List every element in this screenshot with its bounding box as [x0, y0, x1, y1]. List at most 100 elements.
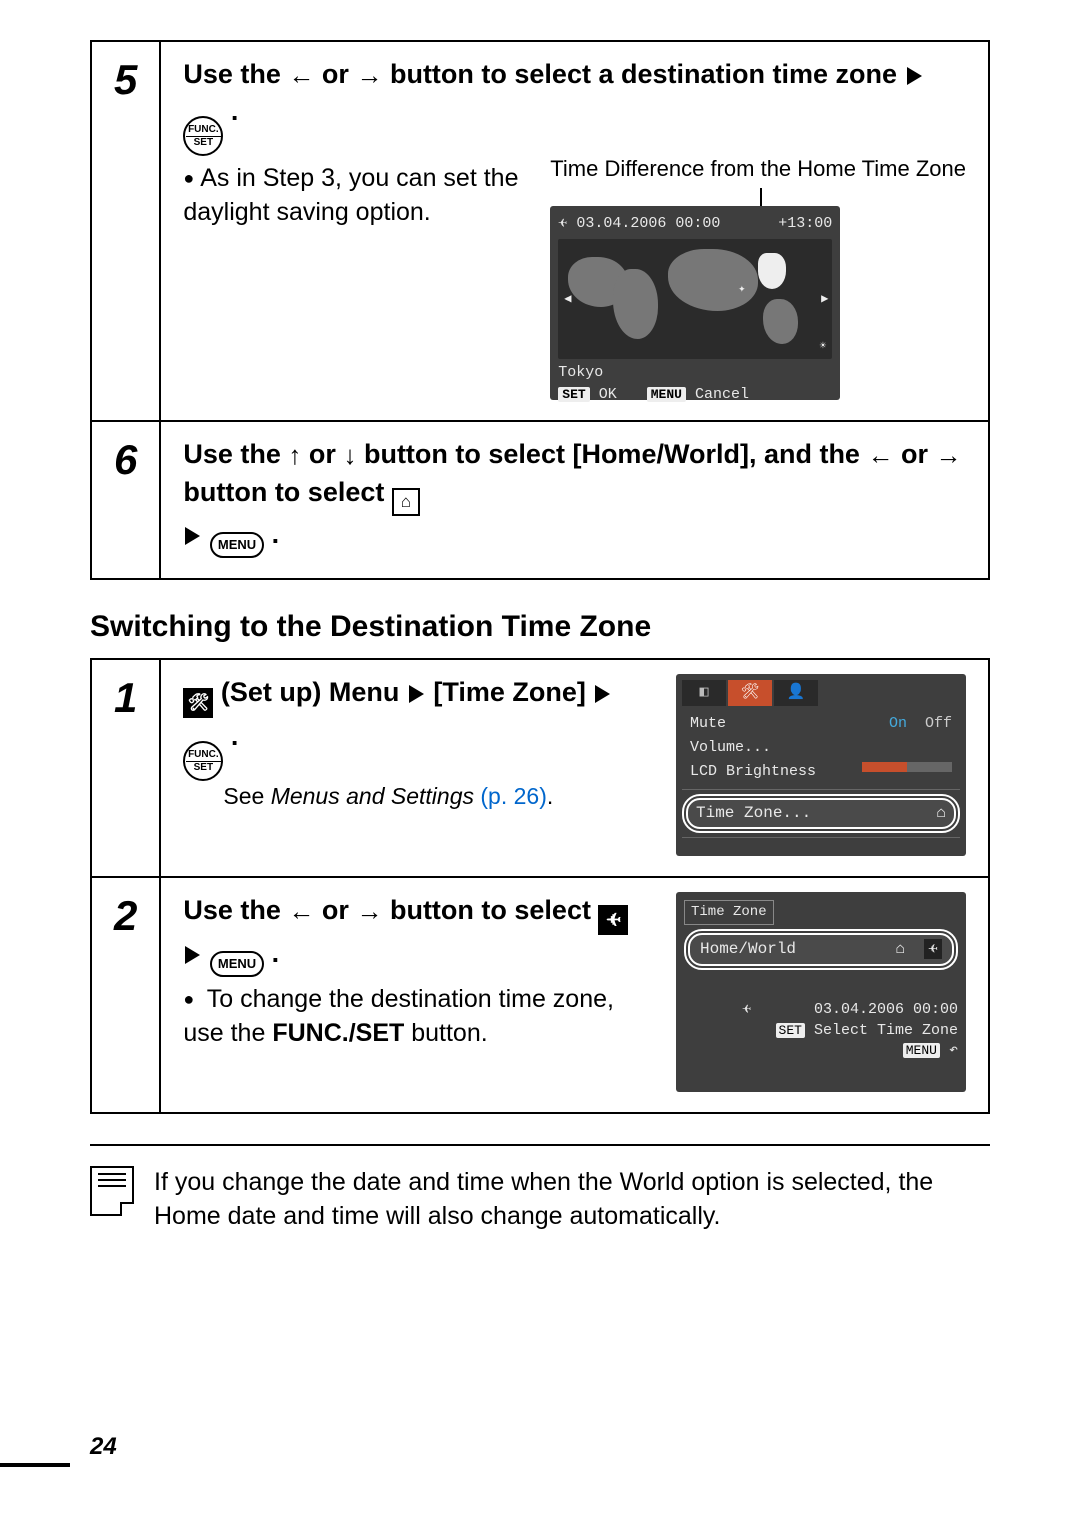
- step-1-row: 1 🛠 (Set up) Menu [Time Zone] .: [91, 659, 989, 877]
- selected-outline: Time Zone... ⌂: [682, 794, 960, 834]
- tab-person-icon: 👤: [774, 680, 818, 706]
- manual-page: 5 Use the ← or → button to select a dest…: [0, 0, 1080, 1521]
- plane-icon: ✈: [598, 905, 628, 935]
- menu-label-icon: MENU: [647, 387, 686, 402]
- tools-icon: 🛠: [183, 688, 213, 718]
- steps-table-top: 5 Use the ← or → button to select a dest…: [90, 40, 990, 580]
- plane-icon: ✈: [558, 214, 567, 234]
- note-icon: [90, 1166, 134, 1216]
- tab-tools-icon: 🛠: [728, 680, 772, 706]
- plane-selected-icon: ✈: [924, 939, 942, 959]
- lcd-cancel: Cancel: [695, 386, 749, 403]
- menu-label-icon: MENU: [903, 1043, 940, 1058]
- text: Use the: [183, 439, 288, 469]
- step-body: 🛠 (Set up) Menu [Time Zone] . See Menus …: [160, 659, 989, 877]
- lcd-ok: OK: [599, 386, 617, 403]
- menu-button-icon: MENU: [210, 532, 264, 558]
- menu-label: LCD Brightness: [690, 762, 816, 782]
- menu-row-mute: Mute On Off: [682, 712, 960, 736]
- menu-button-icon: MENU: [210, 951, 264, 977]
- button-name: FUNC./SET: [272, 1019, 404, 1047]
- map-sun-icon: ☀: [820, 340, 827, 355]
- menu-row-lcd-brightness: LCD Brightness: [682, 760, 960, 784]
- home-icon: ⌂: [392, 488, 420, 516]
- down-arrow-icon: ↓: [343, 440, 356, 470]
- text: Use the: [183, 895, 288, 925]
- step-number: 6: [91, 421, 160, 578]
- step-2-subtext: To change the destination time zone, use…: [183, 983, 651, 1051]
- step-body: Use the ← or → button to select ✈ MENU .…: [160, 877, 989, 1113]
- play-triangle-icon: [185, 527, 200, 545]
- menu-off: Off: [925, 715, 952, 732]
- left-arrow-icon: ←: [288, 60, 314, 90]
- menu-label: Volume...: [690, 738, 771, 758]
- func-set-icon: [183, 116, 223, 156]
- text: Use the: [183, 59, 288, 89]
- set-label-icon: SET: [776, 1023, 805, 1038]
- note-text: If you change the date and time when the…: [154, 1166, 990, 1234]
- play-triangle-icon: [185, 946, 200, 964]
- step-2-instruction: Use the ← or → button to select ✈ MENU .: [183, 892, 651, 977]
- lcd-date: 03.04.2006 00:00: [576, 215, 720, 232]
- text: (Set up) Menu: [221, 677, 399, 707]
- camera-lcd-setup-menu: ◧ 🛠 👤 Mute On Off Volume...: [676, 674, 966, 856]
- page-number: 24: [90, 1433, 117, 1461]
- step-5-row: 5 Use the ← or → button to select a dest…: [91, 41, 989, 421]
- lcd-caption: Time Difference from the Home Time Zone: [550, 156, 966, 182]
- text: See: [223, 783, 270, 809]
- cross-reference: See Menus and Settings (p. 26).: [223, 781, 651, 812]
- map-left-marker-icon: ◀: [564, 291, 571, 307]
- text: button to select [Home/World], and the: [364, 439, 868, 469]
- plane-icon: ✈: [742, 1000, 751, 1020]
- steps-table-bottom: 1 🛠 (Set up) Menu [Time Zone] .: [90, 658, 990, 1114]
- menu-row-timezone: Time Zone... ⌂: [686, 798, 956, 830]
- text: or: [901, 439, 936, 469]
- text: [Time Zone]: [433, 677, 586, 707]
- menu-label: Mute: [690, 714, 726, 734]
- selected-outline: Home/World ⌂ ✈: [684, 929, 958, 971]
- map-highlight: [758, 253, 786, 289]
- play-triangle-icon: [409, 685, 424, 703]
- tab-camera-icon: ◧: [682, 680, 726, 706]
- map-dot-icon: ✦: [738, 281, 745, 297]
- ref-title: Menus and Settings: [271, 783, 474, 809]
- text: or: [309, 439, 344, 469]
- lcd-city: Tokyo: [558, 363, 832, 383]
- page-number-bar: [0, 1463, 70, 1467]
- step-6-row: 6 Use the ↑ or ↓ button to select [Home/…: [91, 421, 989, 578]
- caption-pointer-line: [760, 188, 762, 208]
- step-5-subtext: As in Step 3, you can set the daylight s…: [183, 162, 525, 230]
- camera-lcd-timezone-select: Time Zone Home/World ⌂ ✈: [676, 892, 966, 1092]
- text: button to select: [183, 477, 392, 507]
- map-right-marker-icon: ▶: [821, 291, 828, 307]
- lcd-select-text: Select Time Zone: [814, 1022, 958, 1039]
- home-icon: ⌂: [936, 803, 946, 825]
- up-arrow-icon: ↑: [288, 440, 301, 470]
- camera-lcd-worldmap: ✈ 03.04.2006 00:00 +13:00 ◀ ▶ ✦ ☀: [550, 206, 840, 400]
- menu-row-volume: Volume...: [682, 736, 960, 760]
- right-arrow-icon: →: [356, 896, 382, 926]
- menu-label: Time Zone...: [696, 803, 811, 825]
- text: button to select a destination time zone: [390, 59, 897, 89]
- section-heading: Switching to the Destination Time Zone: [90, 610, 990, 644]
- home-world-row: Home/World ⌂ ✈: [688, 933, 954, 967]
- text: button to select: [390, 895, 599, 925]
- text: button.: [404, 1019, 487, 1047]
- right-arrow-icon: →: [935, 440, 961, 470]
- step-5-instruction: Use the ← or → button to select a destin…: [183, 56, 966, 156]
- step-2-row: 2 Use the ← or → button to select ✈ MENU…: [91, 877, 989, 1113]
- step-1-instruction: 🛠 (Set up) Menu [Time Zone] .: [183, 674, 651, 781]
- play-triangle-icon: [595, 685, 610, 703]
- row-label: Home/World: [700, 939, 796, 961]
- lcd-title: Time Zone: [684, 900, 774, 925]
- step-6-instruction: Use the ↑ or ↓ button to select [Home/Wo…: [183, 436, 966, 557]
- step-number: 1: [91, 659, 160, 877]
- menu-on: On: [889, 715, 907, 732]
- brightness-slider-icon: [862, 762, 952, 772]
- text: or: [322, 59, 357, 89]
- play-triangle-icon: [907, 67, 922, 85]
- left-arrow-icon: ←: [867, 440, 893, 470]
- step-number: 2: [91, 877, 160, 1113]
- home-icon: ⌂: [896, 940, 906, 958]
- page-link[interactable]: (p. 26): [474, 783, 547, 809]
